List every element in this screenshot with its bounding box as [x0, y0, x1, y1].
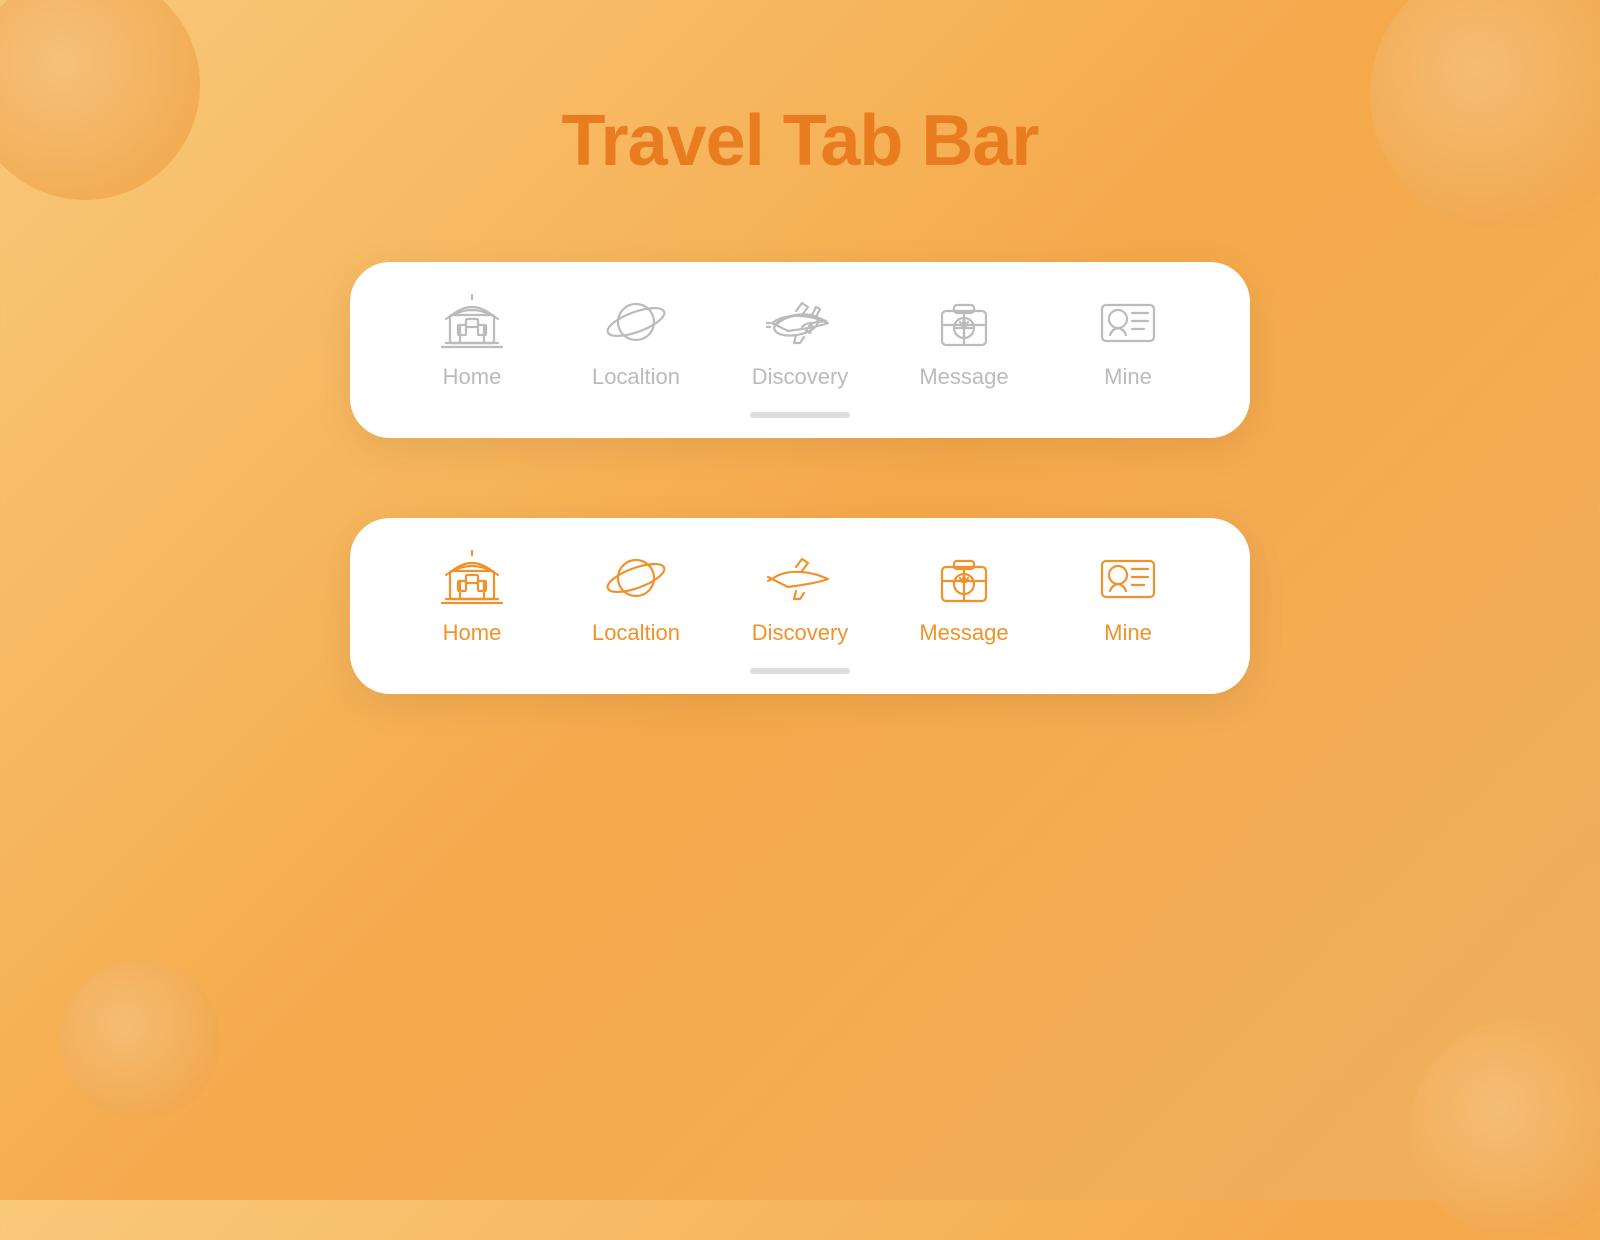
location-label-inactive: Localtion: [592, 364, 680, 390]
tab-item-location-inactive[interactable]: Localtion: [576, 292, 696, 390]
home-label-active: Home: [443, 620, 502, 646]
tab-item-mine-inactive[interactable]: Mine: [1068, 292, 1188, 390]
page-title: Travel Tab Bar: [562, 100, 1039, 182]
decorative-circle-bottom-left: [60, 960, 220, 1120]
message-icon: [929, 292, 999, 352]
tab-bars-container: Home Localtion: [350, 262, 1250, 694]
scroll-indicator-inactive: [750, 412, 850, 418]
message-label-active: Message: [919, 620, 1008, 646]
tab-items-active: Home Localtion: [390, 548, 1210, 646]
tab-item-discovery-active[interactable]: Discovery: [740, 548, 860, 646]
tab-bar-inactive: Home Localtion: [350, 262, 1250, 438]
location-icon: [601, 292, 671, 352]
tab-item-discovery-inactive[interactable]: Discovery: [740, 292, 860, 390]
discovery-label-active: Discovery: [752, 620, 849, 646]
mine-icon-active: [1093, 548, 1163, 608]
decorative-circle-bottom-right: [1410, 1020, 1600, 1240]
tab-item-message-inactive[interactable]: Message: [904, 292, 1024, 390]
decorative-circle-top-right: [1370, 0, 1600, 230]
home-icon: [437, 292, 507, 352]
decorative-circle-top-left: [0, 0, 200, 200]
home-label-inactive: Home: [443, 364, 502, 390]
message-icon-active: [929, 548, 999, 608]
tab-items-inactive: Home Localtion: [390, 292, 1210, 390]
home-icon-active: [437, 548, 507, 608]
discovery-label-inactive: Discovery: [752, 364, 849, 390]
tab-item-message-active[interactable]: Message: [904, 548, 1024, 646]
mine-label-inactive: Mine: [1104, 364, 1152, 390]
discovery-icon: [765, 292, 835, 352]
mine-label-active: Mine: [1104, 620, 1152, 646]
discovery-icon-active: [765, 548, 835, 608]
tab-item-mine-active[interactable]: Mine: [1068, 548, 1188, 646]
mine-icon: [1093, 292, 1163, 352]
tab-item-location-active[interactable]: Localtion: [576, 548, 696, 646]
tab-item-home-active[interactable]: Home: [412, 548, 532, 646]
location-label-active: Localtion: [592, 620, 680, 646]
message-label-inactive: Message: [919, 364, 1008, 390]
location-icon-active: [601, 548, 671, 608]
tab-bar-active: Home Localtion: [350, 518, 1250, 694]
scroll-indicator-active: [750, 668, 850, 674]
tab-item-home-inactive[interactable]: Home: [412, 292, 532, 390]
